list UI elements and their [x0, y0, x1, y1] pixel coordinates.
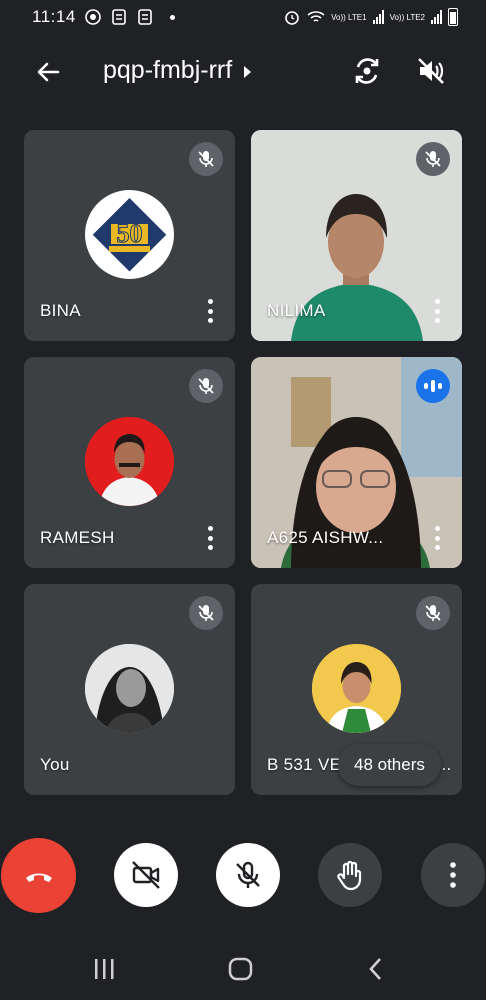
status-bar: 11:14 Vo)) LTE1 Vo)) LTE2 [0, 0, 486, 34]
battery-icon [448, 8, 458, 26]
more-options-icon[interactable] [207, 299, 213, 323]
more-notifications-dot [169, 14, 175, 20]
participant-tile-nilima[interactable]: NILIMA [251, 130, 462, 341]
speaking-indicator-badge [416, 369, 450, 403]
avatar-text: 50 [117, 219, 143, 248]
participant-tile-you[interactable]: You [24, 584, 235, 795]
participant-name: BINA [40, 301, 81, 320]
meeting-header: pqp-fmbj-rrf [0, 40, 486, 102]
mic-off-icon [425, 151, 441, 167]
others-participants-button[interactable]: 48 others [338, 744, 441, 786]
end-call-button[interactable] [1, 838, 76, 913]
more-vertical-icon [450, 862, 456, 888]
back-icon[interactable] [368, 957, 384, 981]
signal-sim1-icon [372, 10, 384, 24]
mic-off-icon [425, 605, 441, 621]
speaker-off-icon[interactable] [414, 54, 448, 88]
mic-muted-badge [416, 142, 450, 176]
mic-off-icon [198, 151, 214, 167]
profile-photo [85, 417, 174, 506]
home-icon[interactable] [228, 957, 254, 981]
switch-camera-icon[interactable] [350, 54, 384, 88]
avatar [85, 417, 174, 506]
participant-tile-ramesh[interactable]: RAMESH [24, 357, 235, 568]
signal-sim2-icon [431, 10, 442, 24]
raise-hand-button[interactable] [318, 843, 382, 907]
mic-muted-badge [189, 596, 223, 630]
avatar: 50 [85, 190, 174, 279]
recent-apps-icon[interactable] [92, 958, 116, 980]
profile-photo [85, 644, 174, 733]
participant-name: A625 AISHW... [267, 528, 384, 547]
mic-off-icon [198, 378, 214, 394]
mic-muted-badge [416, 596, 450, 630]
more-options-button[interactable] [421, 843, 485, 907]
chevron-right-icon [244, 65, 252, 78]
notification-icon [84, 9, 101, 25]
system-navigation-bar [0, 940, 486, 1000]
sim1-label: Vo)) LTE1 [331, 12, 367, 22]
participant-tile-bina[interactable]: 50 BINA [24, 130, 235, 341]
mic-off-icon [198, 605, 214, 621]
mic-off-icon [236, 861, 260, 888]
raise-hand-icon [337, 860, 362, 891]
mic-toggle-button[interactable] [216, 843, 280, 907]
camera-toggle-button[interactable] [114, 843, 178, 907]
camera-off-icon [132, 861, 160, 889]
back-arrow-icon[interactable] [32, 56, 64, 88]
meeting-code: pqp-fmbj-rrf [103, 56, 233, 84]
participant-name: NILIMA [267, 301, 326, 320]
more-options-icon[interactable] [434, 526, 440, 550]
sim2-label: Vo)) LTE2 [389, 12, 425, 22]
clock: 11:14 [32, 7, 76, 26]
more-options-icon[interactable] [207, 526, 213, 550]
avatar [312, 644, 401, 733]
participant-tile-aishw[interactable]: A625 AISHW... [251, 357, 462, 568]
mic-muted-badge [189, 142, 223, 176]
meeting-title[interactable]: pqp-fmbj-rrf [103, 56, 252, 85]
participant-name: You [40, 755, 70, 774]
profile-photo [312, 644, 401, 733]
mic-muted-badge [189, 369, 223, 403]
app-notification-icon [111, 9, 126, 25]
app-notification-icon-2 [137, 9, 152, 25]
participant-name: RAMESH [40, 528, 115, 547]
alarm-icon [285, 11, 299, 25]
hang-up-icon [25, 873, 52, 882]
wifi-icon [307, 11, 325, 22]
avatar [85, 644, 174, 733]
more-options-icon[interactable] [434, 299, 440, 323]
anniversary-logo: 50 [92, 197, 167, 272]
